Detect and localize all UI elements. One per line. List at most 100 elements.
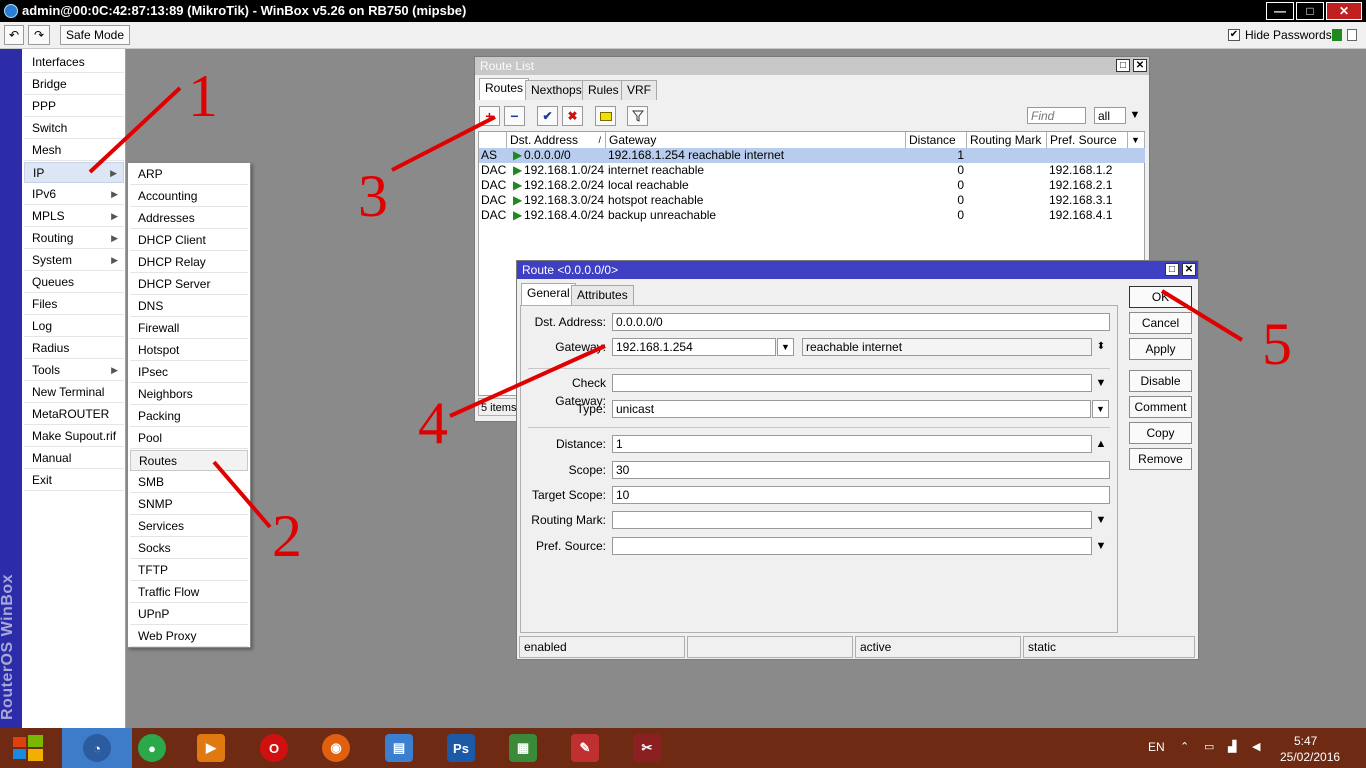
find-input[interactable] [1027, 107, 1086, 124]
submenu-item-dhcp-relay[interactable]: DHCP Relay [130, 252, 248, 273]
filter-dropdown-icon[interactable]: ▼ [1128, 106, 1142, 124]
taskbar-app-opera[interactable]: O [246, 728, 302, 768]
tab-general[interactable]: General [521, 283, 576, 305]
submenu-item-firewall[interactable]: Firewall [130, 318, 248, 339]
filter-button[interactable] [627, 106, 648, 126]
submenu-item-neighbors[interactable]: Neighbors [130, 384, 248, 405]
taskbar-app-media-player[interactable]: ▶ [183, 728, 239, 768]
comment-route-button[interactable] [595, 106, 616, 126]
safe-mode-button[interactable]: Safe Mode [60, 25, 130, 45]
start-button[interactable] [0, 728, 56, 768]
submenu-item-traffic-flow[interactable]: Traffic Flow [130, 582, 248, 603]
column-gateway[interactable]: Gateway [606, 132, 906, 149]
column-dst-address[interactable]: Dst. Address / [507, 132, 606, 149]
submenu-item-accounting[interactable]: Accounting [130, 186, 248, 207]
submenu-item-tftp[interactable]: TFTP [130, 560, 248, 581]
taskbar-app-scissors[interactable]: ✂ [619, 728, 675, 768]
check-gateway-select[interactable] [612, 374, 1092, 392]
menu-item-ppp[interactable]: PPP [24, 96, 124, 117]
apply-button[interactable]: Apply [1129, 338, 1192, 360]
redo-button[interactable]: ↷ [28, 25, 50, 45]
submenu-item-web-proxy[interactable]: Web Proxy [130, 626, 248, 647]
taskbar-app-photoshop[interactable]: Ps [433, 728, 489, 768]
language-indicator[interactable]: EN [1148, 740, 1165, 754]
routing-mark-select[interactable] [612, 511, 1092, 529]
submenu-item-addresses[interactable]: Addresses [130, 208, 248, 229]
remove-route-button[interactable]: − [504, 106, 525, 126]
submenu-item-snmp[interactable]: SNMP [130, 494, 248, 515]
column-flags[interactable] [479, 132, 507, 149]
type-dropdown-icon[interactable]: ▼ [1092, 400, 1109, 418]
menu-item-mpls[interactable]: MPLS ▶ [24, 206, 124, 227]
menu-item-system[interactable]: System ▶ [24, 250, 124, 271]
taskbar-app-paint[interactable]: ✎ [557, 728, 613, 768]
tab-rules[interactable]: Rules [582, 80, 625, 100]
submenu-item-pool[interactable]: Pool [130, 428, 248, 449]
tab-vrf[interactable]: VRF [621, 80, 657, 100]
keyboard-icon[interactable]: ▭ [1204, 740, 1214, 753]
routing-mark-dropdown-icon[interactable]: ▼ [1094, 511, 1108, 529]
gateway-dropdown-icon[interactable]: ▼ [777, 338, 794, 356]
gateway-add-remove-icon[interactable]: ⬍ [1094, 338, 1108, 356]
undo-button[interactable]: ↶ [4, 25, 24, 45]
type-select[interactable]: unicast [612, 400, 1091, 418]
menu-item-files[interactable]: Files [24, 294, 124, 315]
menu-item-ipv6[interactable]: IPv6 ▶ [24, 184, 124, 205]
tab-nexthops[interactable]: Nexthops [525, 80, 588, 100]
menu-item-log[interactable]: Log [24, 316, 124, 337]
cancel-button[interactable]: Cancel [1129, 312, 1192, 334]
clock-time[interactable]: 5:47 [1294, 734, 1317, 748]
pref-source-select[interactable] [612, 537, 1092, 555]
submenu-item-dhcp-client[interactable]: DHCP Client [130, 230, 248, 251]
tab-routes[interactable]: Routes [479, 78, 530, 100]
hide-passwords-checkbox[interactable]: ✔ [1228, 29, 1240, 41]
pref-source-dropdown-icon[interactable]: ▼ [1094, 537, 1108, 555]
menu-item-ip[interactable]: IP ▶ [24, 162, 124, 183]
column-pref-source[interactable]: Pref. Source [1047, 132, 1128, 149]
gateway-input[interactable]: 192.168.1.254 [612, 338, 776, 356]
menu-item-manual[interactable]: Manual [24, 448, 124, 469]
close-button[interactable]: ✕ [1326, 2, 1362, 20]
submenu-item-dns[interactable]: DNS [130, 296, 248, 317]
submenu-item-ipsec[interactable]: IPsec [130, 362, 248, 383]
submenu-item-arp[interactable]: ARP [130, 164, 248, 185]
disable-button[interactable]: Disable [1129, 370, 1192, 392]
menu-item-queues[interactable]: Queues [24, 272, 124, 293]
submenu-item-socks[interactable]: Socks [130, 538, 248, 559]
close-icon[interactable]: ✕ [1182, 263, 1196, 276]
submenu-item-routes[interactable]: Routes [130, 450, 248, 471]
enable-route-button[interactable]: ✔ [537, 106, 558, 126]
maximize-button[interactable]: □ [1296, 2, 1324, 20]
column-distance[interactable]: Distance [906, 132, 967, 149]
taskbar-app-firefox[interactable]: ◉ [308, 728, 364, 768]
dst-address-input[interactable]: 0.0.0.0/0 [612, 313, 1110, 331]
submenu-item-services[interactable]: Services [130, 516, 248, 537]
menu-item-switch[interactable]: Switch [24, 118, 124, 139]
taskbar-app-winbox[interactable]: ◔ [62, 728, 132, 768]
disable-route-button[interactable]: ✖ [562, 106, 583, 126]
network-signal-icon[interactable]: ▟ [1228, 740, 1236, 753]
restore-icon[interactable]: □ [1116, 59, 1130, 72]
submenu-item-hotspot[interactable]: Hotspot [130, 340, 248, 361]
tray-chevron-icon[interactable]: ⌃ [1180, 740, 1189, 753]
menu-item-exit[interactable]: Exit [24, 470, 124, 491]
ok-button[interactable]: OK [1129, 286, 1192, 308]
tab-attributes[interactable]: Attributes [571, 285, 634, 305]
add-route-button[interactable]: + [479, 106, 500, 126]
taskbar-app-chrome[interactable]: ● [124, 728, 180, 768]
menu-item-new-terminal[interactable]: New Terminal [24, 382, 124, 403]
column-chooser-icon[interactable]: ▼ [1128, 132, 1145, 149]
check-gateway-dropdown-icon[interactable]: ▼ [1094, 374, 1108, 392]
close-icon[interactable]: ✕ [1133, 59, 1147, 72]
restore-icon[interactable]: □ [1165, 263, 1179, 276]
menu-item-routing[interactable]: Routing ▶ [24, 228, 124, 249]
menu-item-radius[interactable]: Radius [24, 338, 124, 359]
comment-button[interactable]: Comment [1129, 396, 1192, 418]
submenu-item-packing[interactable]: Packing [130, 406, 248, 427]
menu-item-make-supout[interactable]: Make Supout.rif [24, 426, 124, 447]
distance-input[interactable]: 1 [612, 435, 1092, 453]
menu-item-tools[interactable]: Tools ▶ [24, 360, 124, 381]
filter-select[interactable]: all [1094, 107, 1126, 124]
taskbar-app-system-monitor[interactable]: ▦ [495, 728, 551, 768]
menu-item-mesh[interactable]: Mesh [24, 140, 124, 161]
